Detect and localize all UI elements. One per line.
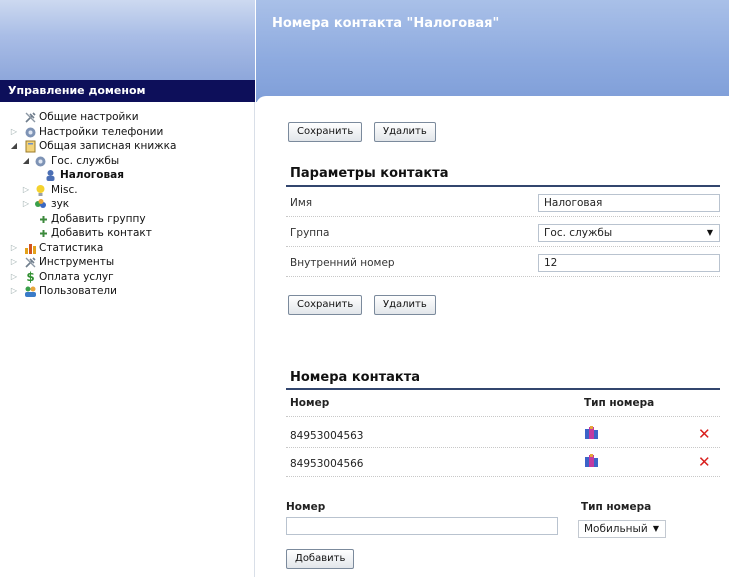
params-section-title: Параметры контакта bbox=[290, 166, 449, 181]
sidebar-item-add-group[interactable]: Добавить группу bbox=[0, 212, 255, 227]
number-column-header: Номер bbox=[290, 397, 330, 409]
add-number-button[interactable]: Добавить bbox=[286, 549, 355, 569]
main-content: Сохранить Удалить Параметры контакта Имя… bbox=[256, 96, 729, 577]
collapse-arrow-icon[interactable]: ◢ bbox=[10, 139, 18, 153]
group-select[interactable]: Гос. службы ▼ bbox=[538, 224, 720, 242]
expand-arrow-icon[interactable]: ▷ bbox=[22, 197, 30, 211]
expand-arrow-icon[interactable]: ▷ bbox=[10, 284, 18, 298]
sidebar-item-address-book[interactable]: ◢ Общая записная книжка bbox=[0, 139, 255, 154]
row-divider bbox=[286, 447, 720, 448]
sidebar-tree: Общие настройки ▷ Настройки телефонии ◢ … bbox=[0, 110, 255, 297]
row-divider bbox=[286, 476, 720, 477]
page-title: Номера контакта "Налоговая" bbox=[272, 16, 500, 31]
collapse-arrow-icon[interactable]: ◢ bbox=[22, 154, 30, 168]
dollar-icon: $ bbox=[26, 269, 35, 284]
number-type-select-value: Мобильный bbox=[584, 523, 648, 535]
users-icon bbox=[24, 285, 37, 298]
expand-arrow-icon[interactable]: ▷ bbox=[22, 183, 30, 197]
mobile-phone-icon bbox=[584, 426, 600, 440]
numbers-section-title: Номера контакта bbox=[290, 370, 421, 385]
phone-number: 84953004563 bbox=[290, 430, 364, 442]
tools-icon bbox=[24, 256, 37, 269]
expand-arrow-icon[interactable]: ▷ bbox=[10, 270, 18, 284]
page-header: Номера контакта "Налоговая" bbox=[256, 0, 729, 102]
row-divider bbox=[286, 276, 720, 277]
sidebar-item-statistics[interactable]: ▷ Статистика bbox=[0, 241, 255, 256]
phone-settings-icon bbox=[24, 126, 37, 139]
sidebar: Управление доменом Общие настройки ▷ Нас… bbox=[0, 0, 255, 577]
section-divider bbox=[286, 185, 720, 187]
sidebar-item-add-contact[interactable]: Добавить контакт bbox=[0, 226, 255, 241]
sidebar-item-users[interactable]: ▷ Пользователи bbox=[0, 284, 255, 299]
sidebar-item-zuk[interactable]: ▷ зук bbox=[0, 197, 255, 212]
sidebar-title: Управление доменом bbox=[0, 80, 255, 102]
delete-number-button[interactable]: ✕ bbox=[698, 427, 711, 442]
delete-number-button[interactable]: ✕ bbox=[698, 455, 711, 470]
chart-icon bbox=[24, 242, 37, 255]
plus-icon bbox=[37, 213, 50, 226]
extension-field[interactable]: 12 bbox=[538, 254, 720, 272]
name-field[interactable]: Налоговая bbox=[538, 194, 720, 212]
extension-label: Внутренний номер bbox=[290, 257, 395, 269]
delete-button-bottom[interactable]: Удалить bbox=[374, 295, 436, 315]
sidebar-item-general-settings[interactable]: Общие настройки bbox=[0, 110, 255, 125]
sidebar-banner bbox=[0, 0, 255, 80]
tools-icon bbox=[24, 111, 37, 124]
row-divider bbox=[286, 416, 720, 417]
new-type-label: Тип номера bbox=[581, 501, 652, 513]
contact-icon bbox=[44, 169, 57, 182]
lightbulb-icon bbox=[34, 184, 47, 197]
number-type-select[interactable]: Мобильный ▼ bbox=[578, 520, 666, 538]
group-select-value: Гос. службы bbox=[544, 227, 613, 239]
expand-arrow-icon[interactable]: ▷ bbox=[10, 241, 18, 255]
section-divider bbox=[286, 388, 720, 390]
address-book-icon bbox=[24, 140, 37, 153]
save-button-top[interactable]: Сохранить bbox=[288, 122, 363, 142]
phone-number: 84953004566 bbox=[290, 458, 364, 470]
group-icon bbox=[34, 198, 47, 211]
row-divider bbox=[286, 216, 720, 217]
group-icon bbox=[34, 155, 47, 168]
sidebar-item-misc[interactable]: ▷ Misc. bbox=[0, 183, 255, 198]
chevron-down-icon: ▼ bbox=[652, 524, 659, 533]
type-column-header: Тип номера bbox=[584, 397, 655, 409]
mobile-phone-icon bbox=[584, 454, 600, 468]
save-button-bottom[interactable]: Сохранить bbox=[288, 295, 363, 315]
chevron-down-icon: ▼ bbox=[706, 228, 713, 237]
expand-arrow-icon[interactable]: ▷ bbox=[10, 255, 18, 269]
expand-arrow-icon[interactable]: ▷ bbox=[10, 125, 18, 139]
delete-button-top[interactable]: Удалить bbox=[374, 122, 436, 142]
new-number-label: Номер bbox=[286, 501, 326, 513]
new-number-input[interactable] bbox=[286, 517, 558, 535]
row-divider bbox=[286, 246, 720, 247]
name-label: Имя bbox=[290, 197, 313, 209]
plus-icon bbox=[37, 227, 50, 240]
sidebar-item-tax-office[interactable]: Налоговая bbox=[0, 168, 255, 183]
sidebar-item-telephony-settings[interactable]: ▷ Настройки телефонии bbox=[0, 125, 255, 140]
sidebar-item-tools[interactable]: ▷ Инструменты bbox=[0, 255, 255, 270]
group-label: Группа bbox=[290, 227, 330, 239]
sidebar-item-gov-services[interactable]: ◢ Гос. службы bbox=[0, 154, 255, 169]
sidebar-item-payment[interactable]: ▷ $ Оплата услуг bbox=[0, 270, 255, 285]
